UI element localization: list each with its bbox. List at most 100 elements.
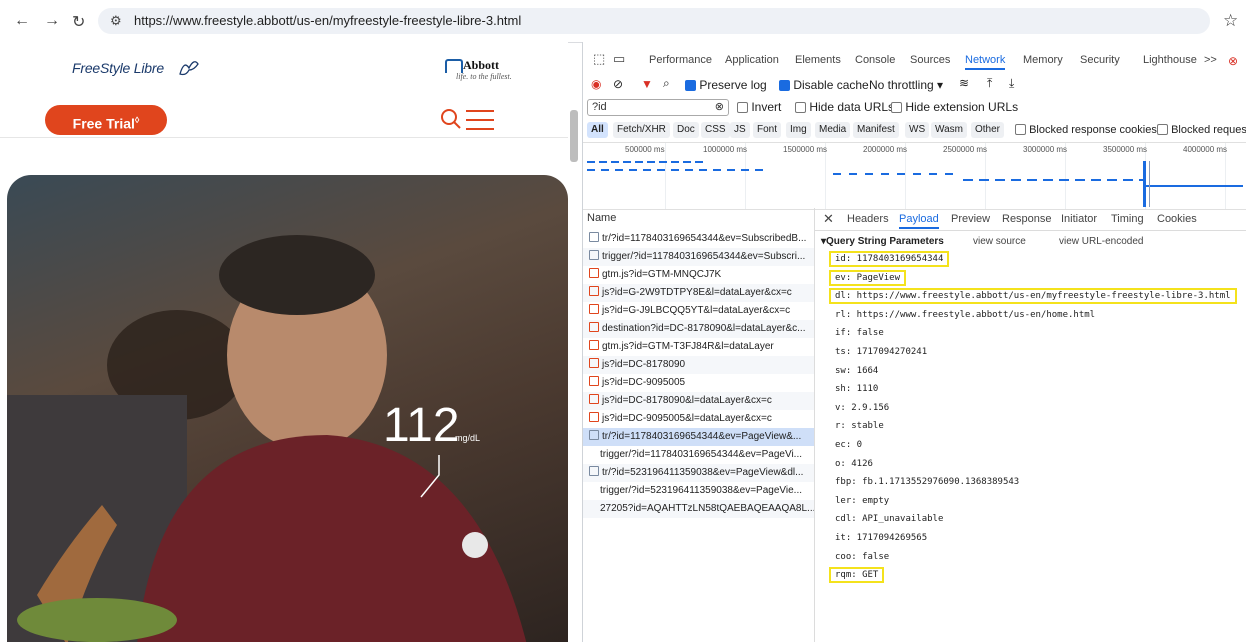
chip-other[interactable]: Other: [971, 122, 1005, 138]
blocked-cookies-checkbox[interactable]: Blocked response cookies: [1015, 124, 1157, 136]
request-row[interactable]: js?id=G-2W9TDTPY8E&l=dataLayer&cx=c: [583, 284, 814, 302]
freestyle-libre-logo[interactable]: FreeStyle Libre: [72, 60, 164, 76]
request-name: gtm.js?id=GTM-MNQCJ7K: [602, 269, 722, 280]
name-column-header[interactable]: Name: [587, 212, 616, 224]
request-row[interactable]: destination?id=DC-8178090&l=dataLayer&c.…: [583, 320, 814, 338]
url-text: https://www.freestyle.abbott/us-en/myfre…: [134, 13, 522, 28]
network-conditions-icon[interactable]: ≋: [959, 76, 969, 90]
tab-payload[interactable]: Payload: [899, 213, 939, 229]
abbott-logo[interactable]: Abbott life. to the fullest.: [445, 58, 512, 81]
request-row[interactable]: trigger/?id=523196411359038&ev=PageVie..…: [583, 482, 814, 500]
request-row[interactable]: gtm.js?id=GTM-T3FJ84R&l=dataLayer: [583, 338, 814, 356]
error-badge-icon[interactable]: ⊗: [1228, 54, 1238, 68]
request-row[interactable]: js?id=DC-8178090&l=dataLayer&cx=c: [583, 392, 814, 410]
record-icon[interactable]: ◉: [591, 77, 601, 91]
tab-memory[interactable]: Memory: [1023, 54, 1063, 66]
chip-fetch-xhr[interactable]: Fetch/XHR: [613, 122, 670, 138]
query-param: o: 4126: [835, 459, 873, 469]
close-icon[interactable]: ✕: [823, 211, 834, 227]
timeline-tick: 2000000 ms: [863, 145, 908, 154]
document-icon: [589, 466, 599, 476]
tab-cookies[interactable]: Cookies: [1157, 213, 1197, 225]
chip-css[interactable]: CSS: [701, 122, 730, 138]
tab-performance[interactable]: Performance: [649, 54, 712, 66]
chip-ws[interactable]: WS: [905, 122, 930, 138]
tab-application[interactable]: Application: [725, 54, 779, 66]
param-text: it: 1717094269565: [835, 533, 928, 543]
tab-timing[interactable]: Timing: [1111, 213, 1144, 225]
network-overview-timeline[interactable]: 500000 ms 1000000 ms 1500000 ms 2000000 …: [583, 142, 1246, 210]
page-scrollbar[interactable]: [570, 110, 578, 162]
bookmark-star-icon[interactable]: ☆: [1223, 11, 1238, 31]
query-param: id: 1178403169654344: [829, 251, 950, 267]
reload-icon[interactable]: ↻: [72, 12, 85, 32]
clear-filter-icon[interactable]: ⊗: [715, 100, 724, 115]
preserve-log-checkbox[interactable]: Preserve log: [685, 78, 767, 92]
view-url-encoded-link[interactable]: view URL-encoded: [1059, 236, 1144, 247]
tab-initiator[interactable]: Initiator: [1061, 213, 1097, 225]
chip-all[interactable]: All: [587, 122, 608, 138]
hide-extension-urls-checkbox[interactable]: Hide extension URLs: [891, 100, 1018, 114]
search-icon[interactable]: [440, 108, 462, 130]
highlighted-param-text: ev: PageView: [829, 269, 907, 286]
chip-font[interactable]: Font: [753, 122, 782, 138]
request-row[interactable]: js?id=G-J9LBCQQ5YT&l=dataLayer&cx=c: [583, 302, 814, 320]
timeline-tick: 3000000 ms: [1023, 145, 1068, 154]
chip-img[interactable]: Img: [786, 122, 811, 138]
param-text: r: stable: [835, 421, 884, 432]
script-icon: [589, 340, 599, 350]
chip-wasm[interactable]: Wasm: [931, 122, 967, 138]
param-text: coo: false: [835, 551, 890, 562]
blocked-requests-checkbox[interactable]: Blocked requests: [1157, 124, 1246, 136]
website-pane: FreeStyle Libre Abbott life. to the full…: [0, 42, 568, 642]
filter-funnel-icon[interactable]: ▼: [641, 77, 653, 91]
back-arrow-icon[interactable]: ←: [14, 12, 30, 30]
request-row[interactable]: js?id=DC-9095005: [583, 374, 814, 392]
request-row[interactable]: trigger/?id=1178403169654344&ev=Subscri.…: [583, 248, 814, 266]
query-string-parameters-heading[interactable]: ▾Query String Parameters: [821, 236, 944, 247]
request-list: Name tr/?id=1178403169654344&ev=Subscrib…: [583, 208, 815, 642]
view-source-link[interactable]: view source: [973, 236, 1026, 247]
device-toolbar-icon[interactable]: ▭: [613, 51, 625, 67]
tab-elements[interactable]: Elements: [795, 54, 841, 66]
free-trial-button[interactable]: Free Trial◊: [45, 105, 167, 135]
request-row[interactable]: 27205?id=AQAHTTzLN58tQAEBAQEAAQA8L...: [583, 500, 814, 518]
script-icon: [589, 268, 599, 278]
inspect-element-icon[interactable]: ⬚: [593, 51, 605, 67]
tab-lighthouse[interactable]: Lighthouse: [1143, 54, 1197, 66]
tab-network[interactable]: Network: [965, 54, 1006, 70]
chip-doc[interactable]: Doc: [673, 122, 699, 138]
more-tabs-button[interactable]: >>: [1204, 54, 1217, 66]
clear-icon[interactable]: ⊘: [613, 77, 623, 91]
request-name: js?id=DC-9095005&l=dataLayer&cx=c: [602, 413, 772, 424]
tab-headers[interactable]: Headers: [847, 213, 889, 225]
tab-response[interactable]: Response: [1002, 213, 1052, 225]
forward-arrow-icon[interactable]: →: [44, 12, 60, 30]
filter-input[interactable]: ?id ⊗: [587, 99, 729, 116]
chip-manifest[interactable]: Manifest: [853, 122, 899, 138]
site-settings-icon[interactable]: ⚙: [110, 13, 122, 29]
export-har-icon[interactable]: ⤓: [1009, 76, 1014, 91]
request-row[interactable]: trigger/?id=1178403169654344&ev=PageVi..…: [583, 446, 814, 464]
request-row[interactable]: js?id=DC-9095005&l=dataLayer&cx=c: [583, 410, 814, 428]
tab-console[interactable]: Console: [855, 54, 895, 66]
request-row[interactable]: tr/?id=523196411359038&ev=PageView&dl...: [583, 464, 814, 482]
request-row[interactable]: js?id=DC-8178090: [583, 356, 814, 374]
hamburger-menu-icon[interactable]: [466, 110, 494, 137]
search-icon[interactable]: ⌕: [663, 76, 670, 91]
import-har-icon[interactable]: ⤒: [987, 76, 992, 91]
invert-checkbox[interactable]: Invert: [737, 100, 781, 114]
preserve-log-label: Preserve log: [699, 78, 767, 92]
hide-data-urls-checkbox[interactable]: Hide data URLs: [795, 100, 894, 114]
throttling-select[interactable]: No throttling ▾: [869, 78, 943, 92]
request-row[interactable]: tr/?id=1178403169654344&ev=PageView&...: [583, 428, 814, 446]
tab-sources[interactable]: Sources: [910, 54, 950, 66]
tab-preview[interactable]: Preview: [951, 213, 990, 225]
chip-media[interactable]: Media: [815, 122, 851, 138]
request-row[interactable]: tr/?id=1178403169654344&ev=SubscribedB..…: [583, 230, 814, 248]
disable-cache-checkbox[interactable]: Disable cache: [779, 78, 869, 92]
chip-js[interactable]: JS: [730, 122, 750, 138]
address-bar[interactable]: ⚙ https://www.freestyle.abbott/us-en/myf…: [98, 8, 1210, 34]
tab-security[interactable]: Security: [1080, 54, 1120, 66]
request-row[interactable]: gtm.js?id=GTM-MNQCJ7K: [583, 266, 814, 284]
